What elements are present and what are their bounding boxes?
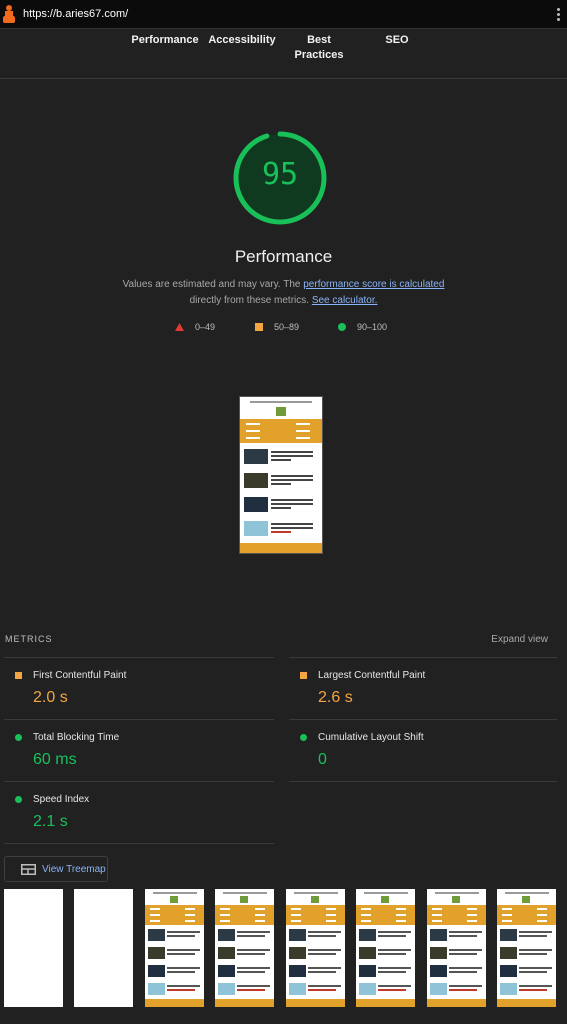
average-square-icon: [15, 672, 22, 679]
legend-average-range: 50–89: [274, 322, 300, 332]
pass-circle-icon: [338, 323, 346, 331]
performance-title: Performance: [234, 247, 333, 266]
filmstrip-frame: [356, 889, 415, 1007]
filmstrip-thumbnail-image: [215, 889, 274, 1007]
score-description: Values are estimated and may vary. The p…: [100, 277, 467, 309]
site-favicon-icon: [3, 5, 15, 23]
category-tabs: Performance Accessibility Best Practices…: [0, 29, 567, 79]
filmstrip-thumbnail-image: [145, 889, 204, 1007]
average-square-icon: [255, 323, 263, 331]
legend-fail: 0–49: [175, 322, 215, 332]
view-treemap-button[interactable]: View Treemap: [4, 856, 108, 882]
filmstrip-frame: [4, 889, 63, 1007]
legend-average: 50–89: [255, 322, 299, 332]
filmstrip-frame: [427, 889, 486, 1007]
divider: [4, 719, 274, 720]
divider: [289, 719, 557, 720]
url-text[interactable]: https://b.aries67.com/: [23, 8, 128, 20]
legend-fail-range: 0–49: [195, 322, 216, 332]
filmstrip-frame: [74, 889, 133, 1007]
metric-value: 60 ms: [33, 751, 77, 768]
metric-value: 0: [318, 751, 327, 768]
metric-value: 2.6 s: [318, 689, 353, 706]
legend-pass: 90–100: [338, 322, 387, 332]
tab-seo[interactable]: SEO: [378, 33, 416, 48]
filmstrip-frame: [497, 889, 556, 1007]
filmstrip-frame: [215, 889, 274, 1007]
metric-value: 2.0 s: [33, 689, 68, 706]
divider: [4, 657, 274, 658]
metric-label: First Contentful Paint: [33, 670, 127, 681]
divider: [4, 843, 274, 844]
divider: [4, 781, 274, 782]
divider: [289, 657, 557, 658]
browser-url-bar: https://b.aries67.com/: [0, 0, 567, 29]
description-prefix: Values are estimated and may vary. The: [122, 279, 304, 290]
filmstrip-thumbnail-image: [286, 889, 345, 1007]
performance-score-value: 95: [261, 157, 299, 192]
filmstrip-thumbnail-image: [497, 889, 556, 1007]
performance-score-link[interactable]: performance score is calculated: [303, 279, 444, 290]
expand-view-toggle[interactable]: Expand view: [491, 634, 548, 645]
more-options-icon[interactable]: [557, 6, 561, 22]
filmstrip-thumbnail-image: [356, 889, 415, 1007]
tab-best-practices[interactable]: Best Practices: [290, 33, 348, 63]
metric-value: 2.1 s: [33, 813, 68, 830]
metrics-heading: METRICS: [5, 634, 53, 644]
final-screenshot-thumbnail[interactable]: [239, 396, 323, 554]
pass-circle-icon: [300, 734, 307, 741]
filmstrip-frame: [145, 889, 204, 1007]
site-preview-image: [240, 397, 322, 553]
metric-label: Speed Index: [33, 794, 90, 805]
see-calculator-link[interactable]: See calculator.: [312, 295, 378, 306]
metric-label: Cumulative Layout Shift: [318, 732, 424, 743]
treemap-icon: [21, 863, 36, 875]
divider: [289, 781, 557, 782]
filmstrip-frame: [286, 889, 345, 1007]
tab-accessibility[interactable]: Accessibility: [206, 33, 278, 48]
filmstrip-thumbnail-image: [427, 889, 486, 1007]
metric-label: Largest Contentful Paint: [318, 670, 426, 681]
tab-performance[interactable]: Performance: [127, 33, 203, 48]
average-square-icon: [300, 672, 307, 679]
view-treemap-label: View Treemap: [42, 863, 106, 875]
pass-circle-icon: [15, 796, 22, 803]
pass-circle-icon: [15, 734, 22, 741]
metric-label: Total Blocking Time: [33, 732, 120, 743]
legend-pass-range: 90–100: [357, 322, 388, 332]
description-middle: directly from these metrics.: [189, 295, 312, 306]
fail-triangle-icon: [175, 323, 184, 331]
